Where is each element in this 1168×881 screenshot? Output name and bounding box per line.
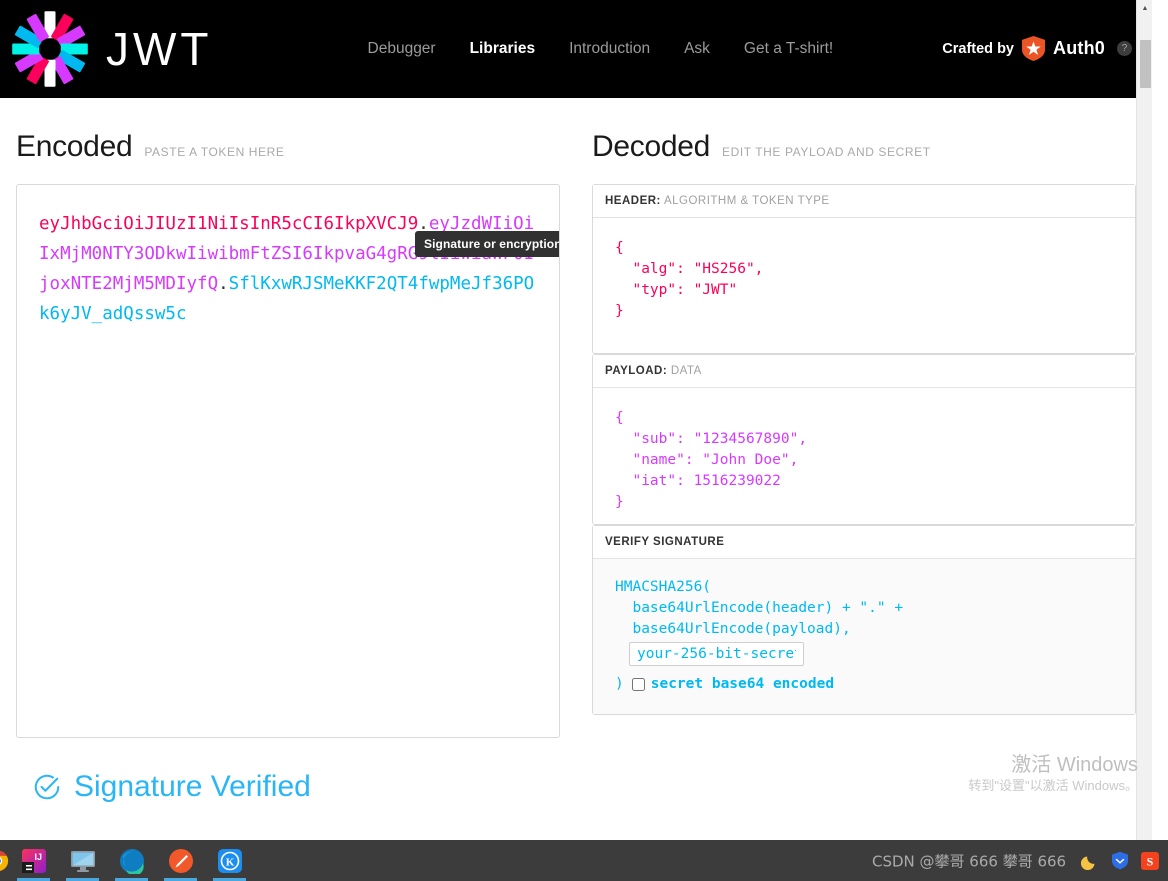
base64-encoded-label: secret base64 encoded <box>650 676 835 692</box>
crafted-by-label: Crafted by <box>942 40 1014 57</box>
taskbar-item-display-monitor[interactable] <box>58 840 107 881</box>
base64-encoded-checkbox[interactable] <box>631 678 645 691</box>
closing-paren: ) <box>615 676 624 692</box>
microsoft-edge-icon <box>119 848 144 874</box>
svg-text:IJ: IJ <box>34 852 42 862</box>
secret-input[interactable] <box>629 642 804 666</box>
decoded-title: Decoded <box>592 130 710 163</box>
encoded-token-text[interactable]: eyJhbGciOiJIUzI1NiIsInR5cCI6IkpXVCJ9.eyJ… <box>39 209 537 329</box>
browser-viewport: JWT Debugger Libraries Introduction Ask … <box>0 0 1152 840</box>
signature-verified-label: Signature Verified <box>74 770 311 803</box>
verify-label-key: VERIFY SIGNATURE <box>605 536 725 548</box>
intellij-idea-icon: IJ <box>21 848 46 873</box>
brand-logo-group[interactable]: JWT <box>12 11 213 87</box>
nav-links: Debugger Libraries Introduction Ask Get … <box>368 40 834 58</box>
taskbar-item-pen-app[interactable] <box>156 840 205 881</box>
nav-link-get-a-tshirt[interactable]: Get a T-shirt! <box>744 40 833 58</box>
taskbar-app-list: IJ K <box>0 840 254 881</box>
decoded-payload-json[interactable]: { "sub": "1234567890", "name": "John Doe… <box>593 388 1135 524</box>
decoded-subtitle: EDIT THE PAYLOAD AND SECRET <box>722 145 931 159</box>
verify-signature-label: VERIFY SIGNATURE <box>593 526 1135 559</box>
decoded-header-card: HEADER: ALGORITHM & TOKEN TYPE { "alg": … <box>592 184 1136 354</box>
payload-label-key: PAYLOAD: <box>605 365 668 377</box>
verify-signature-card: VERIFY SIGNATURE HMACSHA256( base64UrlEn… <box>592 525 1136 715</box>
jwt-logo-icon <box>12 11 88 87</box>
decoded-column: Decoded EDIT THE PAYLOAD AND SECRET HEAD… <box>592 98 1136 716</box>
jwt-wordmark: JWT <box>106 23 213 75</box>
taskbar-item-microsoft-edge[interactable] <box>107 840 156 881</box>
decoded-header-label: HEADER: ALGORITHM & TOKEN TYPE <box>593 185 1135 218</box>
payload-label-desc: DATA <box>670 365 702 377</box>
token-header-segment: eyJhbGciOiJIUzI1NiIsInR5cCI6IkpXVCJ9 <box>39 214 419 234</box>
taskbar-item-intellij-idea[interactable]: IJ <box>9 840 58 881</box>
windows-taskbar: IJ K CSDN @攀哥 666 攀哥 666 S <box>0 840 1168 881</box>
decoded-payload-label: PAYLOAD: DATA <box>593 355 1135 388</box>
svg-text:K: K <box>225 856 234 868</box>
sogou-icon[interactable]: S <box>1140 851 1160 871</box>
decoded-cards: HEADER: ALGORITHM & TOKEN TYPE { "alg": … <box>592 184 1136 715</box>
taskbar-item-k-app[interactable]: K <box>205 840 254 881</box>
decoded-payload-card: PAYLOAD: DATA { "sub": "1234567890", "na… <box>592 354 1136 525</box>
taskbar-item-chrome[interactable] <box>0 840 9 881</box>
algorithm-tooltip: Signature or encryption algorithm <box>415 231 559 257</box>
activation-subtitle: 转到"设置"以激活 Windows。 <box>968 777 1138 793</box>
svg-text:S: S <box>1147 854 1154 868</box>
encoded-heading: Encoded PASTE A TOKEN HERE <box>16 98 560 164</box>
base64-encoded-row: ) secret base64 encoded <box>615 674 1113 695</box>
moon-icon[interactable] <box>1080 851 1100 871</box>
system-tray: S <box>1080 840 1168 881</box>
csdn-watermark: CSDN @攀哥 666 攀哥 666 <box>872 852 1067 870</box>
top-navigation-bar: JWT Debugger Libraries Introduction Ask … <box>0 0 1152 98</box>
page-scrollbar[interactable]: ▲ <box>1136 0 1152 840</box>
encoded-subtitle: PASTE A TOKEN HERE <box>144 145 285 159</box>
scrollbar-thumb[interactable] <box>1140 40 1151 88</box>
chrome-icon <box>0 850 9 871</box>
screen: JWT Debugger Libraries Introduction Ask … <box>0 0 1168 881</box>
shield-icon[interactable] <box>1110 851 1130 871</box>
token-dot-2: . <box>218 274 229 294</box>
scroll-up-arrow-icon[interactable]: ▲ <box>1137 0 1152 17</box>
nav-link-introduction[interactable]: Introduction <box>569 40 650 58</box>
encoded-token-input[interactable]: eyJhbGciOiJIUzI1NiIsInR5cCI6IkpXVCJ9.eyJ… <box>16 184 560 738</box>
windows-activation-watermark: 激活 Windows 转到"设置"以激活 Windows。 <box>968 753 1138 794</box>
activation-title: 激活 Windows <box>1011 753 1138 776</box>
decoded-header-json[interactable]: { "alg": "HS256", "typ": "JWT" } <box>593 218 1135 353</box>
monitor-icon <box>70 850 95 872</box>
auth0-logo-icon <box>1022 36 1045 61</box>
nav-link-debugger[interactable]: Debugger <box>368 40 436 58</box>
auth0-wordmark: Auth0 <box>1053 38 1105 58</box>
header-label-desc: ALGORITHM & TOKEN TYPE <box>663 195 830 207</box>
nav-link-libraries[interactable]: Libraries <box>470 40 535 58</box>
pen-circle-icon <box>168 848 193 873</box>
help-icon[interactable]: ? <box>1117 41 1132 56</box>
hmac-line-3: base64UrlEncode(payload), <box>615 621 851 637</box>
check-circle-icon <box>34 774 60 800</box>
encoded-column: Encoded PASTE A TOKEN HERE eyJhbGciOiJIU… <box>16 98 560 803</box>
signature-status: Signature Verified <box>32 770 311 804</box>
encoded-title: Encoded <box>16 130 133 163</box>
crafted-by-auth0[interactable]: Crafted by Auth0 ? <box>942 36 1132 61</box>
hmac-line-1: HMACSHA256( <box>615 579 712 595</box>
header-label-key: HEADER: <box>605 195 661 207</box>
hmac-line-2: base64UrlEncode(header) + "." + <box>615 600 904 616</box>
k-app-icon: K <box>217 848 242 873</box>
decoded-heading: Decoded EDIT THE PAYLOAD AND SECRET <box>592 98 1136 164</box>
nav-link-ask[interactable]: Ask <box>684 40 710 58</box>
verify-signature-body: HMACSHA256( base64UrlEncode(header) + ".… <box>593 559 1135 714</box>
